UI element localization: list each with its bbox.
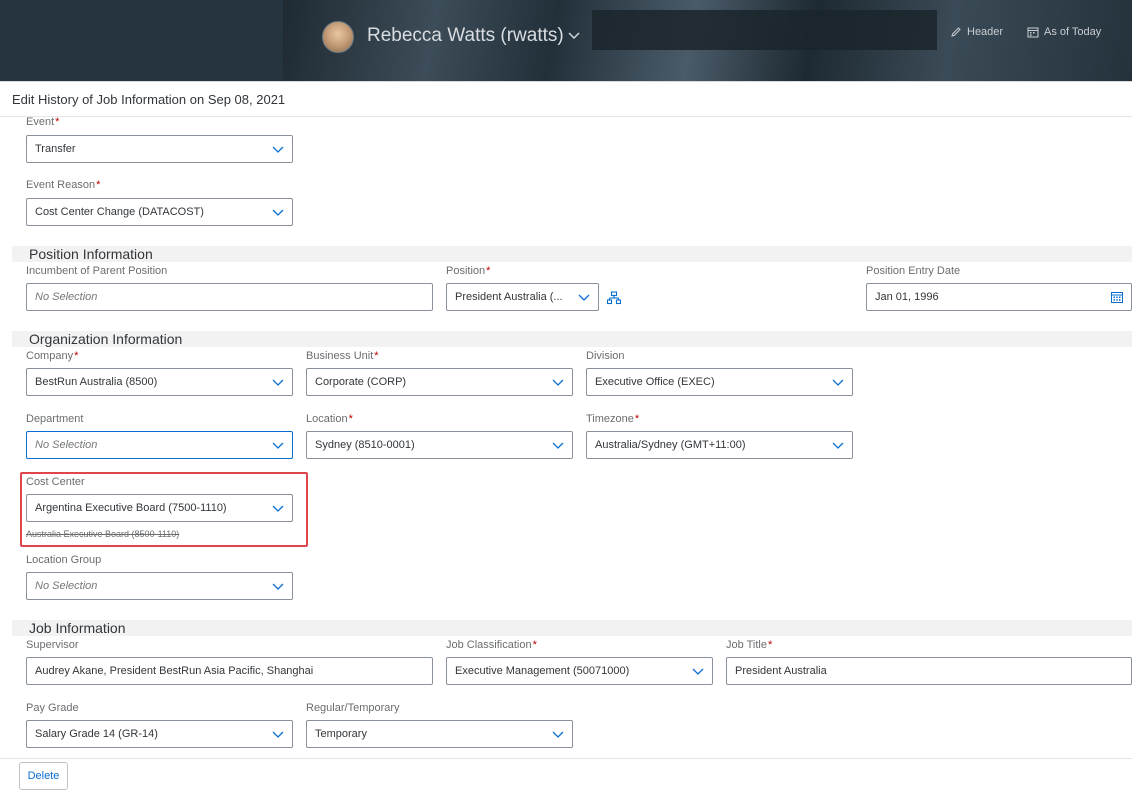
department-placeholder: No Selection: [35, 439, 98, 451]
delete-button[interactable]: Delete: [19, 762, 68, 790]
chevron-down-icon: [272, 583, 284, 590]
cost-center-dropdown[interactable]: Argentina Executive Board (7500-1110): [26, 494, 293, 522]
event-reason-dropdown[interactable]: Cost Center Change (DATACOST): [26, 198, 293, 226]
location-label: Location*: [306, 413, 353, 425]
chevron-down-icon: [578, 294, 590, 301]
chevron-down-icon: [832, 442, 844, 449]
cost-center-value: Argentina Executive Board (7500-1110): [35, 502, 227, 514]
position-section-title: Position Information: [29, 246, 153, 262]
chevron-down-icon[interactable]: [568, 27, 580, 43]
pay-grade-label: Pay Grade: [26, 702, 79, 714]
supervisor-input[interactable]: Audrey Akane, President BestRun Asia Pac…: [26, 657, 433, 685]
chevron-down-icon: [692, 668, 704, 675]
location-dropdown[interactable]: Sydney (8510-0001): [306, 431, 573, 459]
chevron-down-icon: [272, 505, 284, 512]
incumbent-placeholder: No Selection: [35, 291, 98, 303]
business-unit-dropdown[interactable]: Corporate (CORP): [306, 368, 573, 396]
timezone-value: Australia/Sydney (GMT+11:00): [595, 439, 746, 451]
position-section-band: [12, 246, 1132, 262]
location-value: Sydney (8510-0001): [315, 439, 415, 451]
position-value: President Australia (...: [455, 291, 563, 303]
chevron-down-icon: [272, 209, 284, 216]
header-banner-streak: [592, 10, 937, 50]
job-section-title: Job Information: [29, 620, 126, 636]
job-section-band: [12, 620, 1132, 636]
job-title-input[interactable]: President Australia: [726, 657, 1132, 685]
job-classification-value: Executive Management (50071000): [455, 665, 630, 677]
position-entry-date-value: Jan 01, 1996: [875, 291, 939, 303]
supervisor-value: Audrey Akane, President BestRun Asia Pac…: [35, 665, 314, 677]
job-title-value: President Australia: [735, 665, 827, 677]
event-label: Event*: [26, 116, 60, 128]
regular-temporary-label: Regular/Temporary: [306, 702, 400, 714]
chevron-down-icon: [272, 442, 284, 449]
incumbent-input[interactable]: No Selection: [26, 283, 433, 311]
regular-temporary-dropdown[interactable]: Temporary: [306, 720, 573, 748]
job-title-label: Job Title*: [726, 639, 773, 651]
position-entry-date-label: Position Entry Date: [866, 265, 961, 277]
company-dropdown[interactable]: BestRun Australia (8500): [26, 368, 293, 396]
chevron-down-icon: [552, 731, 564, 738]
as-of-today-label: As of Today: [1044, 26, 1102, 38]
chevron-down-icon: [832, 379, 844, 386]
cost-center-previous-value: Australia Executive Board (8500-1110): [26, 529, 180, 539]
company-value: BestRun Australia (8500): [35, 376, 158, 388]
calendar-icon[interactable]: [1111, 291, 1123, 303]
event-reason-value: Cost Center Change (DATACOST): [35, 206, 204, 218]
chevron-down-icon: [552, 442, 564, 449]
incumbent-label: Incumbent of Parent Position: [26, 265, 168, 277]
division-value: Executive Office (EXEC): [595, 376, 715, 388]
timezone-label: Timezone*: [586, 413, 640, 425]
pencil-icon: [951, 27, 961, 37]
dialog-title: Edit History of Job Information on Sep 0…: [12, 92, 286, 107]
calendar-icon: [1027, 27, 1039, 38]
as-of-today-button[interactable]: As of Today: [1027, 26, 1101, 38]
position-label: Position*: [446, 265, 491, 277]
chevron-down-icon: [552, 379, 564, 386]
header-left-panel: [0, 0, 283, 81]
supervisor-label: Supervisor: [26, 639, 79, 651]
position-entry-date-input[interactable]: Jan 01, 1996: [866, 283, 1132, 311]
organization-section-title: Organization Information: [29, 331, 183, 347]
location-group-dropdown[interactable]: No Selection: [26, 572, 293, 600]
job-classification-label: Job Classification*: [446, 639, 537, 651]
pay-grade-value: Salary Grade 14 (GR-14): [35, 728, 158, 740]
division-label: Division: [586, 350, 625, 362]
avatar[interactable]: [322, 21, 354, 53]
department-label: Department: [26, 413, 84, 425]
regular-temporary-value: Temporary: [315, 728, 367, 740]
position-dropdown[interactable]: President Australia (...: [446, 283, 599, 311]
cost-center-label: Cost Center: [26, 476, 85, 488]
pay-grade-dropdown[interactable]: Salary Grade 14 (GR-14): [26, 720, 293, 748]
top-header: Rebecca Watts (rwatts) Header As of Toda…: [0, 0, 1132, 81]
chevron-down-icon: [272, 379, 284, 386]
department-dropdown[interactable]: No Selection: [26, 431, 293, 459]
job-classification-dropdown[interactable]: Executive Management (50071000): [446, 657, 713, 685]
org-chart-icon[interactable]: [607, 291, 621, 305]
header-button-label: Header: [967, 26, 1004, 38]
business-unit-label: Business Unit*: [306, 350, 379, 362]
user-name[interactable]: Rebecca Watts (rwatts): [367, 25, 564, 47]
event-value: Transfer: [35, 143, 76, 155]
division-dropdown[interactable]: Executive Office (EXEC): [586, 368, 853, 396]
business-unit-value: Corporate (CORP): [315, 376, 407, 388]
dialog-header-divider: [0, 116, 1132, 117]
edit-history-dialog: Edit History of Job Information on Sep 0…: [0, 81, 1132, 794]
chevron-down-icon: [272, 146, 284, 153]
event-dropdown[interactable]: Transfer: [26, 135, 293, 163]
event-reason-label: Event Reason*: [26, 179, 101, 191]
header-button[interactable]: Header: [950, 26, 1003, 38]
location-group-label: Location Group: [26, 554, 102, 566]
location-group-placeholder: No Selection: [35, 580, 98, 592]
company-label: Company*: [26, 350, 79, 362]
footer-divider: [0, 758, 1132, 759]
timezone-dropdown[interactable]: Australia/Sydney (GMT+11:00): [586, 431, 853, 459]
chevron-down-icon: [272, 731, 284, 738]
